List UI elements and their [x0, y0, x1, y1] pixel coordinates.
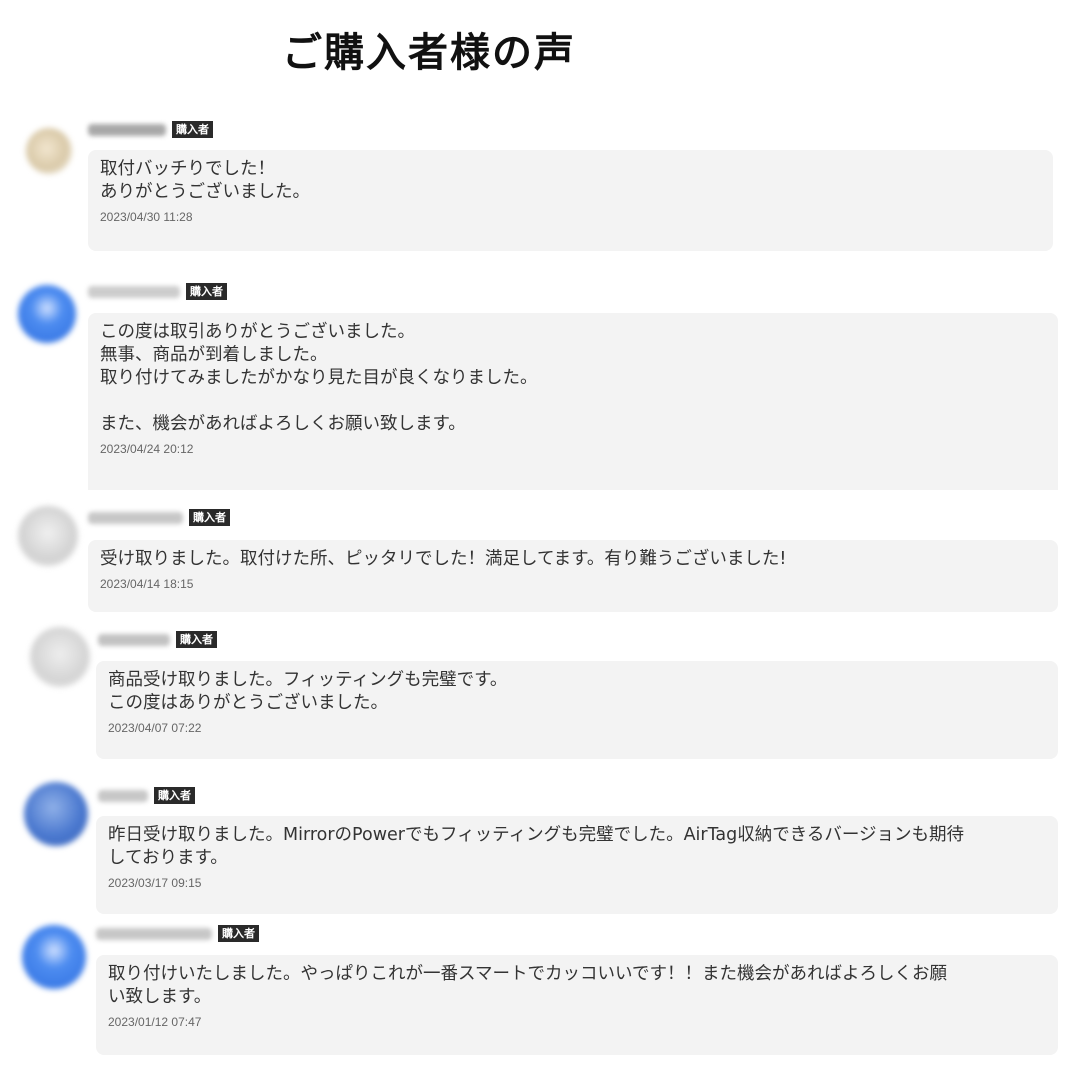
review-bubble: 取り付けいたしました。やっぱりこれが一番スマートでカッコいいです！！また機会があ…	[96, 955, 1058, 1055]
reviewer-name	[96, 927, 212, 940]
review-message: 受け取りました。取付けた所、ピッタリでした！満足してます。有り難うございました!	[100, 549, 787, 569]
buyer-badge: 購入者	[176, 631, 217, 648]
avatar[interactable]	[18, 285, 76, 343]
review-date: 2023/04/14 18:15	[100, 577, 194, 591]
review-message: この度は取引ありがとうございました。 無事、商品が到着しました。 取り付けてみま…	[100, 322, 538, 434]
review-date: 2023/01/12 07:47	[108, 1015, 202, 1029]
reviewer-name	[88, 285, 180, 298]
avatar[interactable]	[30, 627, 90, 687]
reviewer-name	[98, 633, 170, 646]
review-bubble: 商品受け取りました。フィッティングも完璧です。 この度はありがとうございました。…	[96, 661, 1058, 759]
review-message: 昨日受け取りました。MirrorのPowerでもフィッティングも完璧でした。Ai…	[108, 825, 965, 868]
buyer-badge: 購入者	[172, 121, 213, 138]
review-message: 商品受け取りました。フィッティングも完璧です。 この度はありがとうございました。	[108, 670, 508, 713]
review-date: 2023/03/17 09:15	[108, 876, 202, 890]
review-bubble: 受け取りました。取付けた所、ピッタリでした！満足してます。有り難うございました!…	[88, 540, 1058, 612]
buyer-badge: 購入者	[154, 787, 195, 804]
review-date: 2023/04/07 07:22	[108, 721, 202, 735]
avatar[interactable]	[22, 925, 86, 989]
review-date: 2023/04/30 11:28	[100, 210, 193, 224]
avatar[interactable]	[24, 782, 88, 846]
review-message: 取付バッチりでした！ ありがとうございました。	[100, 159, 310, 202]
review-bubble: 取付バッチりでした！ ありがとうございました。 2023/04/30 11:28	[88, 150, 1053, 251]
buyer-badge: 購入者	[189, 509, 230, 526]
buyer-badge: 購入者	[218, 925, 259, 942]
reviewer-name	[88, 123, 166, 136]
review-bubble: この度は取引ありがとうございました。 無事、商品が到着しました。 取り付けてみま…	[88, 313, 1058, 490]
avatar[interactable]	[26, 128, 72, 174]
review-bubble: 昨日受け取りました。MirrorのPowerでもフィッティングも完璧でした。Ai…	[96, 816, 1058, 914]
review-message: 取り付けいたしました。やっぱりこれが一番スマートでカッコいいです！！また機会があ…	[108, 964, 947, 1007]
page-title: ご購入者様の声	[282, 30, 576, 76]
buyer-badge: 購入者	[186, 283, 227, 300]
reviewer-name	[98, 789, 148, 802]
review-date: 2023/04/24 20:12	[100, 442, 194, 456]
avatar[interactable]	[18, 506, 78, 566]
reviewer-name	[88, 511, 183, 524]
